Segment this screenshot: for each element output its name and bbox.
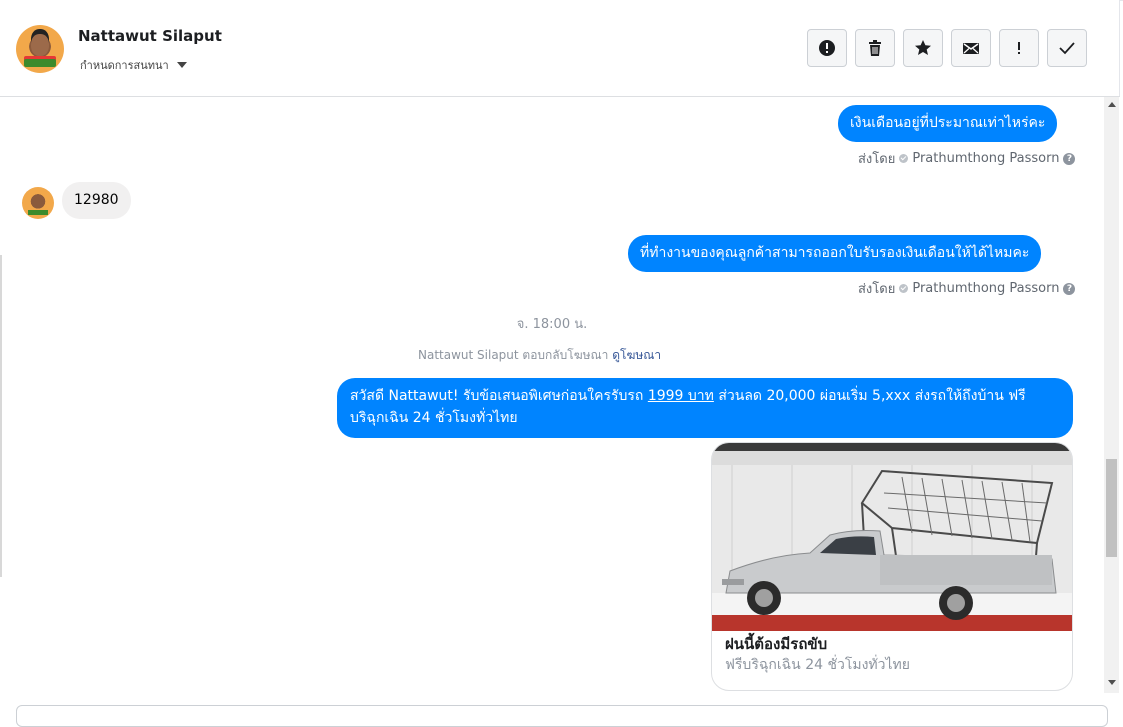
scrollbar-thumb[interactable] <box>1106 459 1117 557</box>
sender-name[interactable]: Prathumthong Passorn <box>912 151 1059 166</box>
price-link[interactable]: 1999 บาท <box>648 388 714 404</box>
message-text: สวัสดี Nattawut! รับข้อเสนอพิเศษก่อนใครร… <box>350 388 648 404</box>
help-icon[interactable]: ? <box>1063 152 1076 165</box>
delete-button[interactable] <box>855 29 895 67</box>
sender-avatar[interactable] <box>22 187 54 219</box>
checkmark-icon <box>1059 42 1075 55</box>
contact-name[interactable]: Nattawut Silaput <box>78 27 222 45</box>
view-ad-link[interactable]: ดูโฆษณา <box>612 348 661 362</box>
star-icon <box>915 40 931 55</box>
sent-by-line: ส่งโดย Prathumthong Passorn ? <box>858 278 1076 299</box>
message-composer[interactable] <box>16 705 1108 727</box>
envelope-icon <box>963 43 979 54</box>
mark-done-button[interactable] <box>1047 29 1087 67</box>
message-text: 12980 <box>74 192 119 208</box>
follow-up-button[interactable] <box>999 29 1039 67</box>
trash-icon <box>869 40 881 56</box>
pickup-truck-image <box>712 443 1072 631</box>
alert-circle-icon <box>819 40 835 56</box>
message-text: ที่ทำงานของคุณลูกค้าสามารถออกใบรับรองเงิ… <box>640 245 1030 261</box>
incoming-message[interactable]: 12980 <box>62 182 131 219</box>
sent-by-line: ส่งโดย Prathumthong Passorn ? <box>858 148 1076 169</box>
ad-image[interactable] <box>712 443 1072 631</box>
verified-check-icon <box>899 284 909 293</box>
conversation-toolbar <box>807 29 1087 67</box>
ad-reply-text: Nattawut Silaput ตอบกลับโฆษณา <box>418 348 609 362</box>
message-text: ส่วนลด 20,000 ผ่อนเริ่ม 5,xxx ส่งรถให้ถึ… <box>713 388 1026 404</box>
ad-title: ฝนนี้ต้องมีรถขับ <box>725 635 828 653</box>
contact-avatar[interactable] <box>16 25 64 73</box>
mark-unread-button[interactable] <box>951 29 991 67</box>
sent-by-prefix: ส่งโดย <box>858 282 896 297</box>
outgoing-message[interactable]: ที่ทำงานของคุณลูกค้าสามารถออกใบรับรองเงิ… <box>628 235 1042 272</box>
outgoing-message[interactable]: เงินเดือนอยู่ที่ประมาณเท่าไหร่คะ <box>838 105 1058 142</box>
verified-check-icon <box>899 154 909 163</box>
exclamation-icon <box>1018 42 1020 54</box>
ad-subtitle: ฟรีบริฉุกเฉิน 24 ชั่วโมงทั่วไทย <box>725 657 910 673</box>
help-icon[interactable]: ? <box>1063 282 1076 295</box>
scroll-up-arrow-icon[interactable] <box>1108 102 1116 107</box>
sent-by-prefix: ส่งโดย <box>858 152 896 167</box>
ad-card[interactable]: ฝนนี้ต้องมีรถขับ ฟรีบริฉุกเฉิน 24 ชั่วโม… <box>711 442 1073 691</box>
message-scrollbar[interactable] <box>1104 97 1119 693</box>
message-timestamp: จ. 18:00 น. <box>516 317 588 332</box>
sender-name[interactable]: Prathumthong Passorn <box>912 281 1059 296</box>
star-button[interactable] <box>903 29 943 67</box>
conversation-label-dropdown[interactable]: กำหนดการสนทนา <box>80 56 187 74</box>
message-line-2: บริฉุกเฉิน 24 ชั่วโมงทั่วไทย <box>350 410 518 426</box>
report-spam-button[interactable] <box>807 29 847 67</box>
message-text: เงินเดือนอยู่ที่ประมาณเท่าไหร่คะ <box>850 115 1046 131</box>
scroll-down-arrow-icon[interactable] <box>1108 680 1116 685</box>
label-dropdown-text: กำหนดการสนทนา <box>80 59 169 72</box>
header-right-border <box>1119 0 1120 96</box>
conversation-header: Nattawut Silaput กำหนดการสนทนา <box>0 0 1120 97</box>
message-line-1: สวัสดี Nattawut! รับข้อเสนอพิเศษก่อนใครร… <box>350 385 1061 407</box>
caret-down-icon <box>176 62 187 68</box>
outgoing-message[interactable]: สวัสดี Nattawut! รับข้อเสนอพิเศษก่อนใครร… <box>337 378 1073 438</box>
left-panel-edge <box>0 255 2 577</box>
ad-reply-note: Nattawut Silaput ตอบกลับโฆษณา ดูโฆษณา <box>418 346 661 365</box>
